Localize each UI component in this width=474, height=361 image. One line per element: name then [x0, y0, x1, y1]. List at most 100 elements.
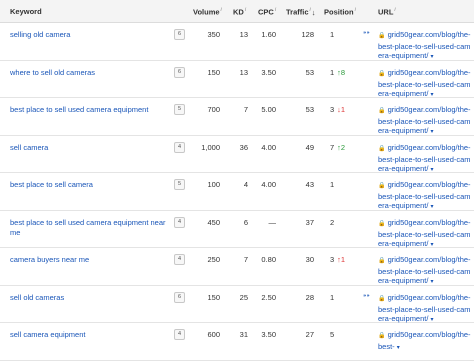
position-cell: 1	[330, 30, 334, 39]
position-change: ↓1	[337, 105, 346, 114]
position-change: ↑1	[337, 255, 346, 264]
url-link[interactable]: 🔒 grid50gear.com/blog/the-best-place-to-…	[378, 293, 472, 326]
col-header-kd[interactable]: KDi	[233, 7, 246, 17]
serp-link-icon[interactable]: ⁍⁍	[363, 29, 370, 37]
keyword-link[interactable]: sell camera	[10, 143, 170, 153]
keywords-table: Keyword Volumei KDi CPCi Traffici↓ Posit…	[0, 0, 474, 361]
info-icon[interactable]: i	[221, 7, 222, 13]
col-header-cpc[interactable]: CPCi	[258, 7, 276, 17]
serp-features-badge[interactable]: 4	[174, 142, 185, 153]
traffic-value: 37	[305, 218, 314, 227]
serp-features-badge[interactable]: 4	[174, 217, 185, 228]
lock-icon: 🔒	[378, 71, 386, 77]
serp-link-icon[interactable]: ⁍⁍	[363, 292, 370, 300]
col-header-position[interactable]: Positioni	[324, 7, 356, 17]
kd-value: 13	[239, 68, 248, 77]
url-text[interactable]: grid50gear.com/blog/the-best-	[378, 330, 471, 351]
traffic-value: 49	[305, 143, 314, 152]
url-text[interactable]: grid50gear.com/blog/the-best-place-to-se…	[378, 293, 471, 323]
url-link[interactable]: 🔒 grid50gear.com/blog/the-best-place-to-…	[378, 143, 472, 176]
keyword-link[interactable]: selling old camera	[10, 30, 170, 40]
url-text[interactable]: grid50gear.com/blog/the-best-place-to-se…	[378, 180, 471, 210]
info-icon[interactable]: i	[394, 7, 395, 13]
kd-value: 6	[243, 218, 248, 227]
position-value: 1	[330, 30, 335, 39]
volume-value: 450	[207, 218, 220, 227]
keyword-link[interactable]: best place to sell used camera equipment	[10, 105, 170, 115]
table-row: best place to sell camera 5 100 4 4.00 43 1 🔒 g…	[0, 172, 474, 211]
table-row: selling old camera 6 350 13 1.60 128 1 ⁍⁍ 🔒 grid…	[0, 22, 474, 61]
serp-features-badge[interactable]: 5	[174, 104, 185, 115]
serp-features-badge[interactable]: 6	[174, 29, 185, 40]
serp-features-badge[interactable]: 6	[174, 292, 185, 303]
position-change: ↑8	[337, 68, 346, 77]
table-row: sell camera 4 1,000 36 4.00 49 7 ↑2 🔒 grid50gear…	[0, 135, 474, 173]
chevron-down-icon[interactable]: ▾	[397, 345, 400, 351]
cpc-value: 2.50	[261, 293, 276, 302]
position-cell: 1	[330, 293, 334, 302]
kd-value: 25	[239, 293, 248, 302]
col-header-volume[interactable]: Volumei	[193, 7, 222, 17]
serp-features-badge[interactable]: 4	[174, 329, 185, 340]
position-change: ↑2	[337, 143, 346, 152]
keyword-link[interactable]: camera buyers near me	[10, 255, 170, 265]
url-link[interactable]: 🔒 grid50gear.com/blog/the-best- ▾	[378, 330, 472, 353]
lock-icon: 🔒	[378, 296, 386, 302]
cpc-value: 4.00	[261, 143, 276, 152]
url-link[interactable]: 🔒 grid50gear.com/blog/the-best-place-to-…	[378, 30, 472, 63]
position-cell: 5	[330, 330, 334, 339]
cpc-value: —	[268, 218, 277, 227]
lock-icon: 🔒	[378, 108, 386, 114]
kd-value: 7	[243, 105, 248, 114]
url-text[interactable]: grid50gear.com/blog/the-best-place-to-se…	[378, 68, 471, 98]
table-header: Keyword Volumei KDi CPCi Traffici↓ Posit…	[0, 0, 474, 23]
col-header-keyword[interactable]: Keyword	[10, 7, 42, 16]
volume-value: 600	[207, 330, 220, 339]
info-icon[interactable]: i	[245, 7, 246, 13]
url-link[interactable]: 🔒 grid50gear.com/blog/the-best-place-to-…	[378, 180, 472, 213]
cpc-value: 5.00	[261, 105, 276, 114]
keyword-link[interactable]: where to sell old cameras	[10, 68, 170, 78]
table-row: sell camera equipment 4 600 31 3.50 27 5 🔒 grid…	[0, 322, 474, 361]
cpc-value: 1.60	[261, 30, 276, 39]
url-link[interactable]: 🔒 grid50gear.com/blog/the-best-place-to-…	[378, 255, 472, 288]
position-cell: 3 ↑1	[330, 255, 345, 264]
url-link[interactable]: 🔒 grid50gear.com/blog/the-best-place-to-…	[378, 105, 472, 138]
position-cell: 2	[330, 218, 334, 227]
lock-icon: 🔒	[378, 333, 386, 339]
col-header-traffic[interactable]: Traffici↓	[286, 7, 316, 17]
url-link[interactable]: 🔒 grid50gear.com/blog/the-best-place-to-…	[378, 68, 472, 101]
volume-value: 250	[207, 255, 220, 264]
serp-features-badge[interactable]: 5	[174, 179, 185, 190]
position-value: 2	[330, 218, 335, 227]
col-header-url[interactable]: URLi	[378, 7, 396, 17]
position-value: 3	[330, 255, 335, 264]
cpc-value: 0.80	[261, 255, 276, 264]
traffic-value: 27	[305, 330, 314, 339]
traffic-value: 30	[305, 255, 314, 264]
keyword-link[interactable]: sell old cameras	[10, 293, 170, 303]
volume-value: 1,000	[201, 143, 220, 152]
keyword-link[interactable]: best place to sell used camera equipment…	[10, 218, 170, 238]
keyword-link[interactable]: best place to sell camera	[10, 180, 170, 190]
url-link[interactable]: 🔒 grid50gear.com/blog/the-best-place-to-…	[378, 218, 472, 251]
position-value: 1	[330, 293, 335, 302]
serp-features-badge[interactable]: 4	[174, 254, 185, 265]
kd-value: 7	[243, 255, 248, 264]
position-cell: 1 ↑8	[330, 68, 345, 77]
info-icon[interactable]: i	[355, 7, 356, 13]
info-icon[interactable]: i	[310, 7, 311, 13]
url-text[interactable]: grid50gear.com/blog/the-best-place-to-se…	[378, 143, 471, 173]
serp-features-badge[interactable]: 6	[174, 67, 185, 78]
kd-value: 4	[243, 180, 248, 189]
url-text[interactable]: grid50gear.com/blog/the-best-place-to-se…	[378, 255, 471, 285]
info-icon[interactable]: i	[275, 7, 276, 13]
position-cell: 3 ↓1	[330, 105, 345, 114]
url-text[interactable]: grid50gear.com/blog/the-best-place-to-se…	[378, 30, 471, 60]
url-text[interactable]: grid50gear.com/blog/the-best-place-to-se…	[378, 218, 471, 248]
sort-desc-icon[interactable]: ↓	[312, 8, 316, 17]
traffic-value: 43	[305, 180, 314, 189]
table-row: best place to sell used camera equipment…	[0, 97, 474, 136]
url-text[interactable]: grid50gear.com/blog/the-best-place-to-se…	[378, 105, 471, 135]
position-cell: 1	[330, 180, 334, 189]
